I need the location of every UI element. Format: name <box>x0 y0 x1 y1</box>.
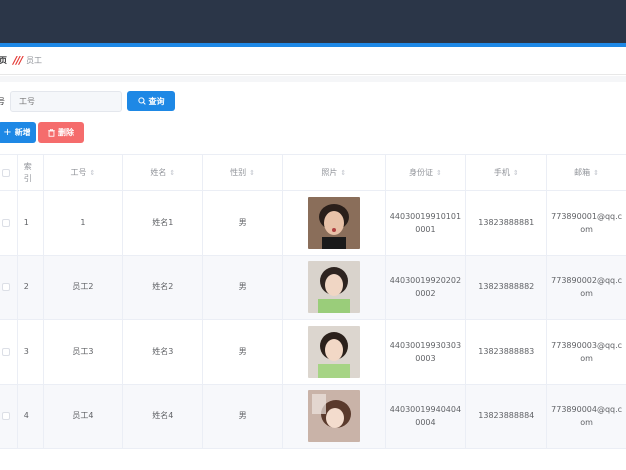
breadcrumb-separator-icon: /// <box>13 54 23 67</box>
row-gender: 男 <box>238 217 247 227</box>
row-id-card: 440300199101010001 <box>389 211 462 234</box>
row-phone: 13823888883 <box>478 346 535 356</box>
header-email-cell[interactable]: 邮箱 ⇕ <box>547 155 626 190</box>
header-photo: 照片 <box>321 167 338 177</box>
query-button-label: 查询 <box>148 96 165 106</box>
search-label: 号 <box>0 96 5 106</box>
header-name-cell[interactable]: 姓名 ⇕ <box>123 155 204 190</box>
table-body: 1 1 姓名1 男 440300199101010001 13823888881 77389… <box>0 191 626 449</box>
table-row[interactable]: 1 1 姓名1 男 440300199101010001 13823888881 77389… <box>0 191 626 256</box>
trash-icon <box>48 128 55 137</box>
employee-photo[interactable] <box>307 196 360 249</box>
sort-icon[interactable]: ⇕ <box>340 167 346 179</box>
row-checkbox[interactable] <box>2 347 10 356</box>
header-id-card-cell[interactable]: 身份证 ⇕ <box>386 155 467 190</box>
section-divider <box>0 76 626 82</box>
row-checkbox[interactable] <box>2 412 10 421</box>
header-email: 邮箱 <box>574 167 591 177</box>
row-email: 773890003@qq.com <box>551 340 623 363</box>
employee-table: 索引 工号 ⇕ 姓名 ⇕ 性别 ⇕ 照片 ⇕ 身份证 ⇕ 手机 ⇕ 邮箱 ⇕ 1 1 姓名1 男 44… <box>0 154 626 449</box>
employee-photo[interactable] <box>307 325 360 378</box>
header-phone: 手机 <box>493 167 510 177</box>
row-name: 姓名3 <box>152 346 174 356</box>
row-phone: 13823888884 <box>478 411 535 421</box>
row-index: 4 <box>23 411 29 421</box>
row-job-no: 员工2 <box>72 282 94 292</box>
header-job-no: 工号 <box>70 167 87 177</box>
row-index: 3 <box>23 346 29 356</box>
employee-photo[interactable] <box>307 390 360 443</box>
row-email: 773890001@qq.com <box>551 211 623 234</box>
header-name: 姓名 <box>150 167 167 177</box>
row-id-card: 440300199303030003 <box>389 340 462 363</box>
search-bar: 号 查询 <box>0 90 175 112</box>
row-job-no: 员工4 <box>72 411 94 421</box>
row-checkbox[interactable] <box>2 283 10 292</box>
sort-icon[interactable]: ⇕ <box>593 167 599 179</box>
table-row[interactable]: 3 员工3 姓名3 男 440300199303030003 13823888883 773… <box>0 320 626 385</box>
plus-icon: + <box>3 127 12 138</box>
header-gender: 性别 <box>230 167 247 177</box>
header-id-card: 身份证 <box>409 167 433 177</box>
query-button[interactable]: 查询 <box>127 91 175 111</box>
employee-photo[interactable] <box>307 261 360 314</box>
breadcrumb: 页 /// 员工 <box>0 47 626 75</box>
sort-icon[interactable]: ⇕ <box>436 167 442 179</box>
sort-icon[interactable]: ⇕ <box>513 167 519 179</box>
row-phone: 13823888882 <box>478 282 535 292</box>
search-icon <box>137 97 146 105</box>
sort-icon[interactable]: ⇕ <box>89 167 95 179</box>
header-photo-cell[interactable]: 照片 ⇕ <box>283 155 386 190</box>
breadcrumb-current: 员工 <box>26 56 43 65</box>
table-row[interactable]: 2 员工2 姓名2 男 440300199202020002 13823888882 773… <box>0 255 626 320</box>
row-index: 1 <box>23 217 29 227</box>
row-email: 773890004@qq.com <box>551 405 623 428</box>
delete-button[interactable]: 删除 <box>38 122 84 143</box>
header-phone-cell[interactable]: 手机 ⇕ <box>466 155 548 190</box>
job-no-search-input[interactable] <box>10 90 122 112</box>
row-id-card: 440300199404040004 <box>389 405 462 428</box>
row-job-no: 1 <box>80 217 86 227</box>
row-phone: 13823888881 <box>478 217 535 227</box>
add-button[interactable]: + 新增 <box>0 122 36 143</box>
add-button-label: 新增 <box>14 128 31 137</box>
delete-button-label: 删除 <box>58 128 74 137</box>
row-checkbox[interactable] <box>2 218 10 227</box>
select-all-checkbox[interactable] <box>2 168 10 177</box>
table-header-row: 索引 工号 ⇕ 姓名 ⇕ 性别 ⇕ 照片 ⇕ 身份证 ⇕ 手机 ⇕ 邮箱 ⇕ <box>0 155 626 191</box>
sort-icon[interactable]: ⇕ <box>169 167 175 179</box>
row-job-no: 员工3 <box>72 346 94 356</box>
top-header-bar <box>0 0 626 43</box>
row-gender: 男 <box>238 346 247 356</box>
table-row[interactable]: 4 员工4 姓名4 男 440300199404040004 13823888884 773… <box>0 384 626 449</box>
row-id-card: 440300199202020002 <box>389 276 462 299</box>
row-name: 姓名4 <box>152 411 174 421</box>
action-toolbar: + 新增 删除 <box>0 122 84 143</box>
header-index: 索引 <box>23 161 32 183</box>
row-name: 姓名1 <box>152 217 174 227</box>
sort-icon[interactable]: ⇕ <box>249 167 255 179</box>
row-email: 773890002@qq.com <box>551 276 623 299</box>
breadcrumb-home[interactable]: 页 <box>0 55 7 66</box>
header-job-no-cell[interactable]: 工号 ⇕ <box>44 155 124 190</box>
row-name: 姓名2 <box>152 282 174 292</box>
row-gender: 男 <box>238 411 247 421</box>
header-gender-cell[interactable]: 性别 ⇕ <box>203 155 284 190</box>
row-gender: 男 <box>238 282 247 292</box>
row-index: 2 <box>23 282 29 292</box>
